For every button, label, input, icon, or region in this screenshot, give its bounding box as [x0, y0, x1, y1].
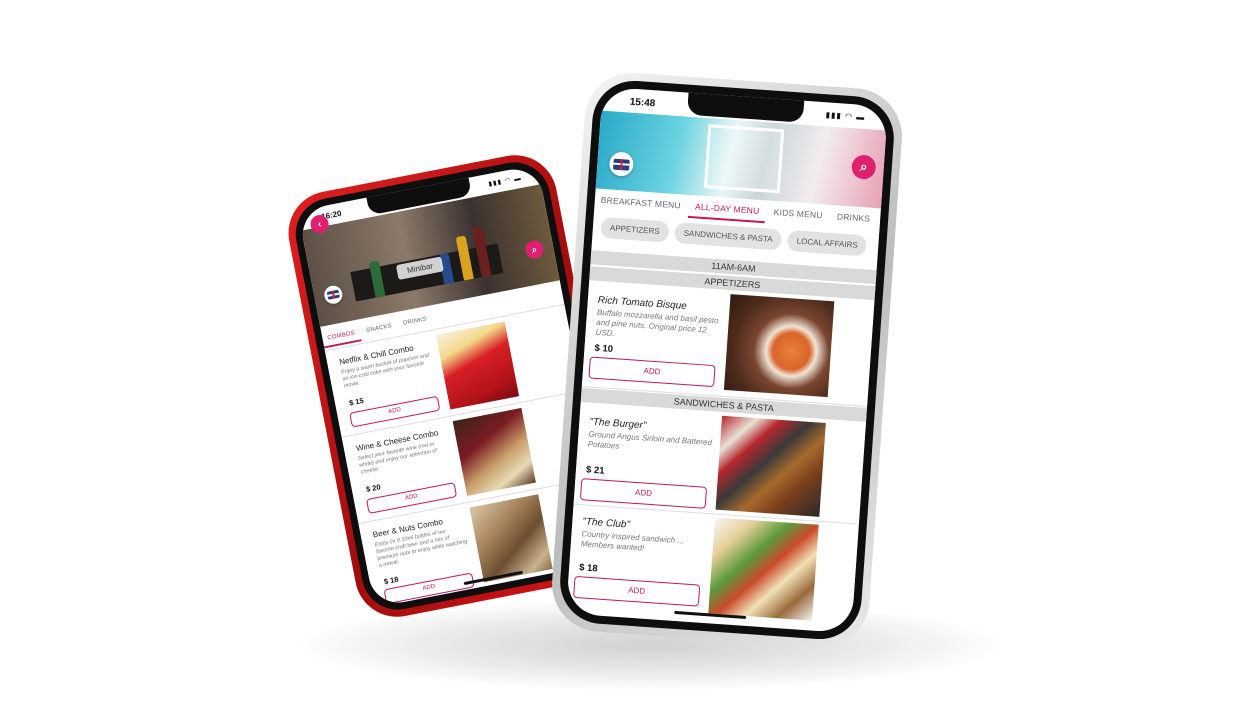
tab-drinks[interactable]: DRINKS: [830, 203, 877, 229]
item-price: $ 15: [348, 395, 365, 408]
item-description: Country inspired sandwich ... Members wa…: [580, 529, 685, 553]
club-sandwich-image: [708, 517, 819, 621]
search-icon: ⌕: [530, 243, 538, 255]
silver-phone-mockup: 15:48 ▮▮▮ ◠ ▬ ⌕ BREAKFAST MENU ALL-DAY M…: [548, 69, 906, 651]
item-name: "The Club": [581, 516, 631, 531]
uk-flag-icon: [326, 289, 340, 300]
item-description: Buffalo mozzarella and basil pesto and p…: [595, 307, 719, 339]
tab-combos[interactable]: COMBOS: [320, 323, 362, 349]
list-item: Rich Tomato Bisque Buffalo mozzarella an…: [581, 282, 875, 407]
back-icon: ‹: [316, 218, 323, 230]
chip-local-affairs[interactable]: LOCAL AFFAIRS: [787, 229, 868, 257]
list-item: "The Club" Country inspired sandwich ...…: [566, 505, 859, 630]
status-time: 15:48: [629, 96, 656, 110]
tab-snacks[interactable]: SNACKS: [360, 316, 398, 339]
item-price: $ 21: [585, 464, 605, 477]
item-description: Ground Angus Sirloin and Battered Potato…: [587, 429, 713, 451]
wine-cheese-image: [452, 407, 536, 496]
chip-appetizers[interactable]: APPETIZERS: [600, 216, 670, 243]
item-price: $ 20: [365, 482, 382, 494]
popcorn-coke-image: [435, 321, 520, 410]
tab-drinks[interactable]: DRINKS: [397, 310, 433, 332]
search-icon: ⌕: [859, 158, 868, 175]
status-icons: ▮▮▮ ◠ ▬: [825, 110, 866, 123]
hero-window: [703, 124, 785, 194]
list-item: "The Burger" Ground Angus Sirloin and Ba…: [573, 403, 866, 525]
uk-flag-icon: [613, 158, 630, 171]
beer-nuts-image: [469, 494, 553, 583]
item-price: $ 18: [383, 574, 400, 587]
add-button[interactable]: ADD: [588, 356, 716, 388]
add-button[interactable]: ADD: [579, 478, 708, 509]
tab-kids-menu[interactable]: KIDS MENU: [767, 199, 829, 226]
burger-image: [715, 415, 826, 517]
item-price: $ 18: [578, 562, 598, 575]
item-price: $ 10: [594, 342, 614, 356]
all-day-menu-screen: 15:48 ▮▮▮ ◠ ▬ ⌕ BREAKFAST MENU ALL-DAY M…: [565, 86, 889, 634]
status-icons: ▮▮▮ ◠ ▬: [487, 174, 523, 189]
tomato-bisque-image: [723, 294, 835, 398]
add-button[interactable]: ADD: [573, 575, 701, 607]
tab-all-day-menu[interactable]: ALL-DAY MENU: [688, 193, 767, 224]
